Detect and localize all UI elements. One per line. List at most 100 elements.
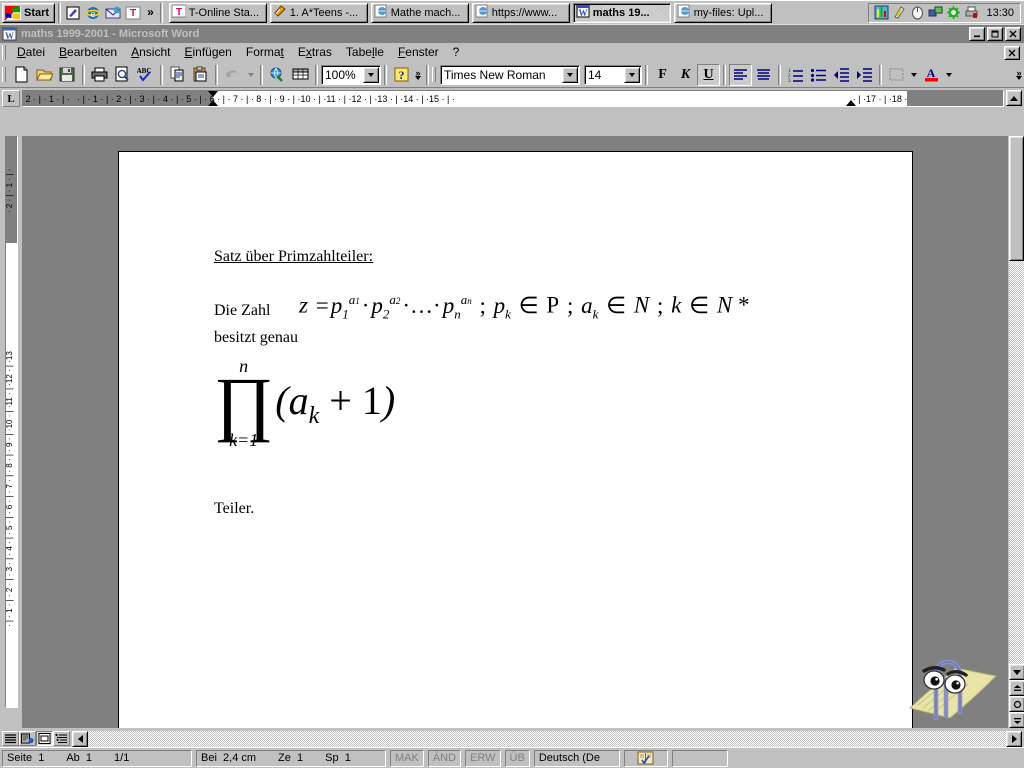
right-indent-marker[interactable] <box>846 100 856 106</box>
spellcheck-button[interactable]: ABC <box>134 63 157 86</box>
document-page[interactable]: Satz über Primzahlteiler: Die Zahl besit… <box>118 151 913 728</box>
scroll-left-button[interactable] <box>72 730 88 747</box>
status-mode-ueb[interactable]: ÜB <box>504 749 530 767</box>
inline-equation[interactable]: z =p1a1·p2a2·…·pnan ; pk ∈ P ; ak ∈ N ; … <box>299 292 750 322</box>
tables-and-borders-button[interactable] <box>289 63 312 86</box>
virus-scanner-icon[interactable] <box>945 5 961 21</box>
task-button-https[interactable]: https://www... <box>471 2 570 23</box>
formatting-toolbar-grip[interactable] <box>432 67 436 82</box>
status-mode-aend[interactable]: ÄND <box>427 749 462 767</box>
status-mode-erw[interactable]: ERW <box>465 749 501 767</box>
menu-fenster[interactable]: Fenster <box>391 43 446 61</box>
printer-icon[interactable] <box>963 5 979 21</box>
standard-toolbar-grip[interactable] <box>2 67 6 82</box>
close-button[interactable] <box>1005 27 1021 41</box>
vertical-scroll-thumb[interactable] <box>1009 136 1024 261</box>
standard-toolbar-more-button[interactable]: » <box>413 68 423 80</box>
maximize-button[interactable] <box>987 27 1003 41</box>
menu-format[interactable]: Format <box>239 43 291 61</box>
formatting-toolbar-more-button[interactable]: » <box>1014 68 1024 80</box>
scroll-up-button[interactable] <box>1006 90 1022 106</box>
font-name-combo[interactable]: Times New Roman <box>440 64 580 85</box>
scroll-down-button[interactable] <box>1009 664 1024 680</box>
lightning-icon[interactable] <box>891 5 907 21</box>
print-button[interactable] <box>88 63 111 86</box>
menu-tabelle[interactable]: Tabelle <box>339 43 391 61</box>
outlook-express-icon[interactable] <box>104 4 122 22</box>
word-icon[interactable]: W <box>2 26 18 41</box>
menu-datei[interactable]: Datei <box>10 43 52 61</box>
vertical-scroll-track[interactable] <box>1009 261 1024 664</box>
decrease-indent-button[interactable] <box>830 63 853 86</box>
underline-button[interactable]: U <box>697 63 720 86</box>
italic-button[interactable]: K <box>674 63 697 86</box>
volume-mixer-icon[interactable] <box>873 5 889 21</box>
task-button-ateens[interactable]: 1. A*Teens -... <box>269 2 368 23</box>
vertical-scrollbar[interactable] <box>1008 136 1024 728</box>
new-document-button[interactable] <box>10 63 33 86</box>
help-button[interactable]: ? <box>390 63 413 86</box>
task-button-t-online[interactable]: T T-Online Sta... <box>168 2 267 23</box>
minimize-button[interactable] <box>969 27 985 41</box>
horizontal-ruler[interactable]: · 2 · | · 1 · | · · | · 1 · | · 2 · | · … <box>22 90 1004 107</box>
start-button[interactable]: Start <box>2 2 56 23</box>
bulleted-list-button[interactable] <box>807 63 830 86</box>
print-layout-view-button[interactable] <box>36 731 53 746</box>
menu-einfuegen[interactable]: Einfügen <box>177 43 238 61</box>
first-line-indent-marker[interactable] <box>208 91 218 97</box>
save-button[interactable] <box>56 63 79 86</box>
zoom-dropdown-arrow[interactable] <box>363 66 379 83</box>
borders-button[interactable] <box>885 63 908 86</box>
borders-dropdown-button[interactable] <box>908 63 920 86</box>
undo-dropdown-button[interactable] <box>244 63 257 86</box>
paste-button[interactable] <box>189 63 212 86</box>
bold-button[interactable]: F <box>651 63 674 86</box>
align-left-button[interactable] <box>729 63 752 86</box>
task-button-myfiles[interactable]: my-files: Upl... <box>673 2 772 23</box>
taskbar-clock[interactable]: 13:30 <box>981 7 1016 19</box>
status-mode-mak[interactable]: MAK <box>390 749 424 767</box>
undo-button[interactable] <box>221 63 244 86</box>
web-layout-view-button[interactable] <box>19 731 36 746</box>
zoom-combo[interactable]: 100% <box>321 64 381 85</box>
document-close-button[interactable] <box>1004 46 1020 60</box>
font-size-dropdown-arrow[interactable] <box>624 66 640 83</box>
show-desktop-icon[interactable] <box>64 4 82 22</box>
align-justify-button[interactable] <box>752 63 775 86</box>
t-online-icon[interactable]: T <box>124 4 142 22</box>
quicklaunch-more-chevron[interactable]: » <box>144 6 157 18</box>
task-button-mathe[interactable]: Mathe mach... <box>370 2 469 23</box>
normal-view-button[interactable] <box>2 731 19 746</box>
scroll-right-button[interactable] <box>1006 730 1022 747</box>
document-canvas[interactable]: Satz über Primzahlteiler: Die Zahl besit… <box>22 136 1008 728</box>
increase-indent-button[interactable] <box>853 63 876 86</box>
vertical-ruler[interactable]: · 2 · | · 1 · | · · | · 1 · | · 2 · | · … <box>0 136 22 728</box>
horizontal-scroll-track[interactable] <box>88 730 1006 747</box>
left-indent-marker[interactable] <box>208 100 218 106</box>
font-color-dropdown-button[interactable] <box>943 63 955 86</box>
font-name-dropdown-arrow[interactable] <box>562 66 578 83</box>
office-assistant-clippy[interactable] <box>904 646 1000 726</box>
menu-bearbeiten[interactable]: Bearbeiten <box>52 43 124 61</box>
network-icon[interactable] <box>927 5 943 21</box>
menu-ansicht[interactable]: Ansicht <box>124 43 177 61</box>
select-browse-object-button[interactable] <box>1009 696 1024 712</box>
copy-button[interactable] <box>166 63 189 86</box>
menubar-grip[interactable] <box>2 44 6 60</box>
numbered-list-button[interactable]: 123 <box>784 63 807 86</box>
task-button-maths-word[interactable]: W maths 19... <box>572 2 671 23</box>
next-page-button[interactable] <box>1009 712 1024 728</box>
status-spellcheck-icon[interactable] <box>623 749 668 767</box>
mouse-icon[interactable] <box>909 5 925 21</box>
previous-page-button[interactable] <box>1009 680 1024 696</box>
internet-explorer-icon[interactable]: e <box>84 4 102 22</box>
tab-stop-selector[interactable]: L <box>0 88 22 109</box>
hyperlink-button[interactable] <box>266 63 289 86</box>
menu-help[interactable]: ? <box>446 43 467 61</box>
open-document-button[interactable] <box>33 63 56 86</box>
font-color-button[interactable]: A <box>920 63 943 86</box>
outline-view-button[interactable] <box>53 731 70 746</box>
menu-extras[interactable]: Extras <box>291 43 339 61</box>
status-language[interactable]: Deutsch (De <box>533 749 620 767</box>
font-size-combo[interactable]: 14 <box>584 64 642 85</box>
